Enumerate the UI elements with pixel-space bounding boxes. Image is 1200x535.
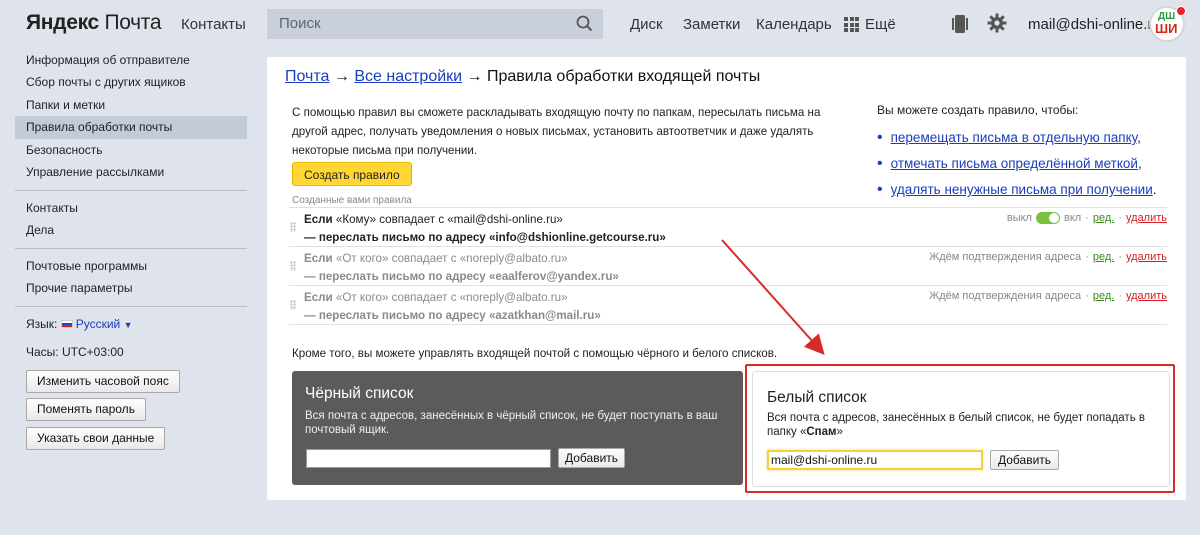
rules-settings-panel: Почта → Все настройки → Правила обработк…: [267, 57, 1186, 500]
rule-condition: Если «От кого» совпадает с «noreply@alba…: [304, 252, 568, 265]
pending-confirmation-status: Ждём подтверждения адреса: [929, 290, 1082, 302]
can-create-title: Вы можете создать правило, чтобы:: [877, 103, 1079, 117]
apps-grid-icon[interactable]: [844, 17, 859, 32]
russia-flag-icon: [60, 320, 73, 329]
user-email[interactable]: mail@dshi-online.ru: [1028, 16, 1161, 33]
search-input[interactable]: Поиск: [267, 9, 603, 39]
blacklist-email-input[interactable]: [306, 449, 551, 468]
contacts-link[interactable]: Контакты: [181, 16, 246, 33]
whitelist-title: Белый список: [767, 389, 867, 406]
whitelist-description: Вся почта с адресов, занесённых в белый …: [767, 412, 1145, 438]
page-title: Правила обработки входящей почты: [487, 68, 761, 85]
whitelist-panel: Белый список Вся почта с адресов, занесё…: [752, 371, 1170, 487]
clock-row: Часы: UTC+03:00: [15, 342, 247, 362]
move-to-folder-link[interactable]: перемещать письма в отдельную папку: [891, 130, 1137, 145]
sidebar-divider: [15, 189, 247, 191]
blacklist-title: Чёрный список: [305, 385, 414, 402]
rule-row[interactable]: Если «Кому» совпадает с «mail@dshi-onlin…: [289, 207, 1167, 247]
whitelist-add-button[interactable]: Добавить: [990, 450, 1060, 470]
rule-controls: Ждём подтверждения адреса · ред. · удали…: [929, 251, 1167, 263]
rule-controls: выкл вкл · ред. · удалить: [1006, 212, 1167, 224]
whitelist-email-input[interactable]: [767, 450, 983, 470]
blacklist-add-button[interactable]: Добавить: [558, 448, 626, 468]
language-label: Язык:: [26, 316, 58, 331]
more-menu[interactable]: Ещё: [865, 16, 896, 33]
delete-on-receive-link[interactable]: удалять ненужные письма при получении: [891, 182, 1153, 197]
rule-delete-link[interactable]: удалить: [1126, 251, 1167, 263]
can-create-list: • перемещать письма в отдельную папку, • о…: [877, 127, 1157, 205]
rules-intro-text: С помощью правил вы сможете раскладывать…: [292, 106, 821, 157]
user-avatar[interactable]: ДШ ШИ: [1149, 6, 1186, 42]
rules-section-title: Созданные вами правила: [292, 195, 412, 206]
sidebar-divider: [15, 247, 247, 249]
language-select[interactable]: Русский: [76, 317, 121, 331]
search-icon[interactable]: [576, 15, 593, 32]
lists-note: Кроме того, вы можете управлять входящей…: [292, 347, 778, 360]
rule-row[interactable]: Если «От кого» совпадает с «noreply@alba…: [289, 285, 1167, 325]
sidebar-item-security[interactable]: Безопасность: [15, 139, 247, 162]
drag-handle-icon[interactable]: [290, 300, 296, 310]
blacklist-description: Вся почта с адресов, занесённых в чёрный…: [305, 410, 718, 436]
rule-row[interactable]: Если «От кого» совпадает с «noreply@alba…: [289, 246, 1167, 286]
rule-condition: Если «Кому» совпадает с «mail@dshi-onlin…: [304, 213, 563, 226]
top-header: Яндекс Почта Контакты Поиск Диск Заметки…: [0, 0, 1200, 48]
rule-edit-link[interactable]: ред.: [1093, 290, 1114, 302]
sidebar-item-collect-mail[interactable]: Сбор почты с других ящиков: [15, 71, 247, 94]
calendar-link[interactable]: Календарь: [756, 16, 832, 33]
change-password-button[interactable]: Поменять пароль: [26, 398, 146, 421]
rule-delete-link[interactable]: удалить: [1126, 212, 1167, 224]
mobile-app-icon[interactable]: [951, 14, 969, 34]
breadcrumb: Почта → Все настройки → Правила обработк…: [285, 68, 760, 86]
breadcrumb-arrow: →: [333, 68, 350, 85]
rule-action: — переслать письмо по адресу «info@dshio…: [304, 231, 666, 244]
create-rule-button[interactable]: Создать правило: [292, 162, 412, 186]
rule-delete-link[interactable]: удалить: [1126, 290, 1167, 302]
rule-enabled-toggle[interactable]: [1035, 212, 1060, 224]
settings-sidebar: Информация об отправителе Сбор почты с д…: [15, 48, 247, 362]
disk-link[interactable]: Диск: [630, 16, 663, 33]
language-row: Язык: Русский ▼: [15, 313, 247, 335]
pending-confirmation-status: Ждём подтверждения адреса: [929, 251, 1082, 263]
sidebar-item-contacts[interactable]: Контакты: [15, 197, 247, 220]
list-item: • отмечать письма определённой меткой,: [877, 155, 1142, 172]
edit-personal-data-button[interactable]: Указать свои данные: [26, 427, 166, 450]
rule-action: — переслать письмо по адресу «eaalferov@…: [304, 270, 619, 283]
breadcrumb-all-settings-link[interactable]: Все настройки: [354, 68, 462, 85]
sidebar-divider: [15, 305, 247, 307]
toggle-on-label: вкл: [1063, 212, 1082, 224]
sidebar-item-other[interactable]: Прочие параметры: [15, 277, 247, 300]
toggle-off-label: выкл: [1006, 212, 1032, 224]
search-placeholder: Поиск: [279, 15, 321, 32]
list-item: • перемещать письма в отдельную папку,: [877, 129, 1141, 146]
breadcrumb-arrow: →: [466, 68, 483, 85]
notification-dot: [1176, 6, 1186, 16]
clock-label: Часы:: [26, 344, 59, 359]
mark-with-label-link[interactable]: отмечать письма определённой меткой: [891, 156, 1138, 171]
rule-edit-link[interactable]: ред.: [1093, 212, 1114, 224]
sidebar-item-mail-clients[interactable]: Почтовые программы: [15, 255, 247, 278]
dropdown-arrow-icon[interactable]: ▼: [124, 320, 133, 330]
rule-edit-link[interactable]: ред.: [1093, 251, 1114, 263]
sidebar-item-subscriptions[interactable]: Управление рассылками: [15, 161, 247, 184]
rule-action: — переслать письмо по адресу «azatkhan@m…: [304, 309, 601, 322]
yandex-mail-logo[interactable]: Яндекс Почта: [26, 11, 162, 35]
list-item: • удалять ненужные письма при получении.: [877, 181, 1157, 198]
notes-link[interactable]: Заметки: [683, 16, 740, 33]
breadcrumb-mail-link[interactable]: Почта: [285, 68, 329, 85]
sidebar-item-todo[interactable]: Дела: [15, 219, 247, 242]
sidebar-item-sender-info[interactable]: Информация об отправителе: [15, 49, 247, 72]
drag-handle-icon[interactable]: [290, 222, 296, 232]
change-timezone-button[interactable]: Изменить часовой пояс: [26, 370, 180, 393]
clock-value: UTC+03:00: [61, 344, 124, 359]
rule-controls: Ждём подтверждения адреса · ред. · удали…: [929, 290, 1167, 302]
rule-condition: Если «От кого» совпадает с «noreply@alba…: [304, 291, 568, 304]
blacklist-panel: Чёрный список Вся почта с адресов, занес…: [292, 371, 743, 485]
avatar-logo-bottom: ШИ: [1155, 21, 1178, 36]
settings-gear-icon[interactable]: [987, 13, 1007, 33]
sidebar-item-folders[interactable]: Папки и метки: [15, 94, 247, 117]
drag-handle-icon[interactable]: [290, 261, 296, 271]
sidebar-item-rules[interactable]: Правила обработки почты: [15, 116, 247, 139]
